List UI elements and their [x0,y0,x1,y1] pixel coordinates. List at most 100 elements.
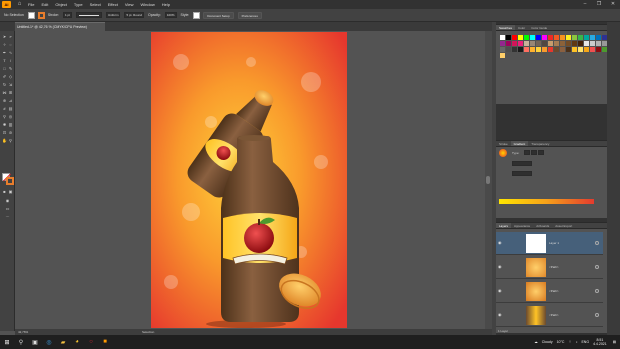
color-swatch[interactable] [566,47,571,52]
color-mode-icon[interactable]: ■ [2,189,7,194]
layer-target-icon[interactable] [595,241,599,245]
pen-tool-icon[interactable]: ✒ [2,50,7,55]
freeform-gradient-button[interactable] [538,150,544,155]
color-swatch[interactable] [572,41,577,46]
menu-edit[interactable]: Edit [41,2,48,7]
type-tool-icon[interactable]: T [2,58,7,63]
weather-status[interactable]: Cloudy [542,340,553,344]
color-swatch[interactable] [524,47,529,52]
color-swatch[interactable] [548,35,553,40]
selection-tool-icon[interactable]: ➤ [2,34,7,39]
artboard-tool-icon[interactable]: ⊡ [2,130,7,135]
layer-name[interactable]: <Path> [549,289,559,293]
scale-tool-icon[interactable]: ⇲ [8,82,13,87]
tab-swatches[interactable]: Swatches [496,25,516,30]
layer-row[interactable]: ◉ <Path> [496,256,603,279]
layer-name[interactable]: Layer 1 [549,241,559,245]
curvature-tool-icon[interactable]: ∿ [8,50,13,55]
color-swatch[interactable] [554,47,559,52]
tab-asset-export[interactable]: Asset Export [552,223,575,228]
screen-mode-icon[interactable]: ▭ [5,206,10,211]
color-swatch[interactable] [524,41,529,46]
tab-stroke[interactable]: Stroke [496,141,511,146]
fill-swatch[interactable] [27,11,35,19]
volume-icon[interactable]: ♪ [576,340,578,344]
color-swatch[interactable] [512,41,517,46]
layer-row[interactable]: ◉ <Path> [496,304,603,327]
color-swatch[interactable] [560,41,565,46]
eye-icon[interactable]: ◉ [498,312,503,317]
layer-target-icon[interactable] [595,265,599,269]
color-swatch[interactable] [572,35,577,40]
color-swatch[interactable] [560,47,565,52]
menu-file[interactable]: File [28,2,34,7]
layer-target-icon[interactable] [595,313,599,317]
color-swatch[interactable] [530,35,535,40]
layer-row[interactable]: ◉ <Path> [496,280,603,303]
color-swatch[interactable] [512,47,517,52]
color-swatch[interactable] [554,41,559,46]
color-swatch[interactable] [536,47,541,52]
graph-tool-icon[interactable]: ▥ [8,122,13,127]
home-icon[interactable]: ⌂ [15,1,24,8]
menu-view[interactable]: View [125,2,134,7]
color-swatch[interactable] [530,41,535,46]
eraser-tool-icon[interactable]: ◇ [8,74,13,79]
color-swatch[interactable] [542,41,547,46]
illustrator-taskbar-icon[interactable]: ■ [98,335,112,349]
panel-dock-scrollbar[interactable] [607,22,620,335]
shape-builder-tool-icon[interactable]: ⊕ [2,98,7,103]
clock[interactable]: 8:51 4.4.2021 [593,338,607,346]
menu-effect[interactable]: Effect [108,2,118,7]
menu-help[interactable]: Help [162,2,170,7]
free-transform-tool-icon[interactable]: ⊞ [8,90,13,95]
linear-gradient-button[interactable] [524,150,530,155]
stroke-swatch[interactable] [37,11,45,19]
fill-stroke-indicator[interactable] [2,173,14,185]
tab-artboards[interactable]: Artboards [533,223,552,228]
menu-select[interactable]: Select [90,2,101,7]
temperature[interactable]: 10°C [557,340,565,344]
notifications-icon[interactable]: ▤ [613,340,616,344]
preferences-button[interactable]: Preferences [237,11,262,19]
color-swatch[interactable] [548,47,553,52]
gradient-slider[interactable] [499,199,594,204]
menu-type[interactable]: Type [74,2,83,7]
zoom-level[interactable]: 42,76% [18,330,28,334]
color-swatch[interactable] [590,47,595,52]
color-swatch[interactable] [560,35,565,40]
color-swatch[interactable] [596,41,601,46]
stroke-weight-field[interactable]: 1 pt [62,12,72,18]
color-swatch[interactable] [530,47,535,52]
color-swatch[interactable] [536,41,541,46]
stroke-profile-preview[interactable] [75,12,102,18]
gradient-mode-icon[interactable]: ▣ [8,189,13,194]
opacity-field[interactable]: 100% [164,12,177,18]
color-swatch[interactable] [554,35,559,40]
rotate-tool-icon[interactable]: ↻ [2,82,7,87]
line-tool-icon[interactable]: / [8,58,13,63]
tab-appearance[interactable]: Appearance [511,223,533,228]
gradient-tool-icon[interactable]: ▤ [8,106,13,111]
color-swatch[interactable] [596,47,601,52]
canvas-vertical-scrollbar[interactable] [485,31,492,329]
language-indicator[interactable]: ENG [581,340,589,344]
gradient-preview-swatch[interactable] [499,149,507,157]
file-explorer-icon[interactable]: ▰ [56,335,70,349]
color-swatch[interactable] [584,47,589,52]
eye-icon[interactable]: ◉ [498,240,503,245]
mesh-tool-icon[interactable]: # [2,106,7,111]
hand-tool-icon[interactable]: ✋ [2,138,7,143]
eye-icon[interactable]: ◉ [498,264,503,269]
color-swatch[interactable] [542,47,547,52]
search-icon[interactable]: ⚲ [14,335,28,349]
menu-object[interactable]: Object [55,2,67,7]
weather-icon[interactable]: ☁ [534,340,538,344]
color-swatch[interactable] [506,41,511,46]
color-swatch[interactable] [578,35,583,40]
color-swatch[interactable] [518,47,523,52]
color-swatch[interactable] [584,35,589,40]
minimize-icon[interactable]: – [578,0,592,9]
color-swatch[interactable] [506,47,511,52]
blend-tool-icon[interactable]: ◎ [8,114,13,119]
